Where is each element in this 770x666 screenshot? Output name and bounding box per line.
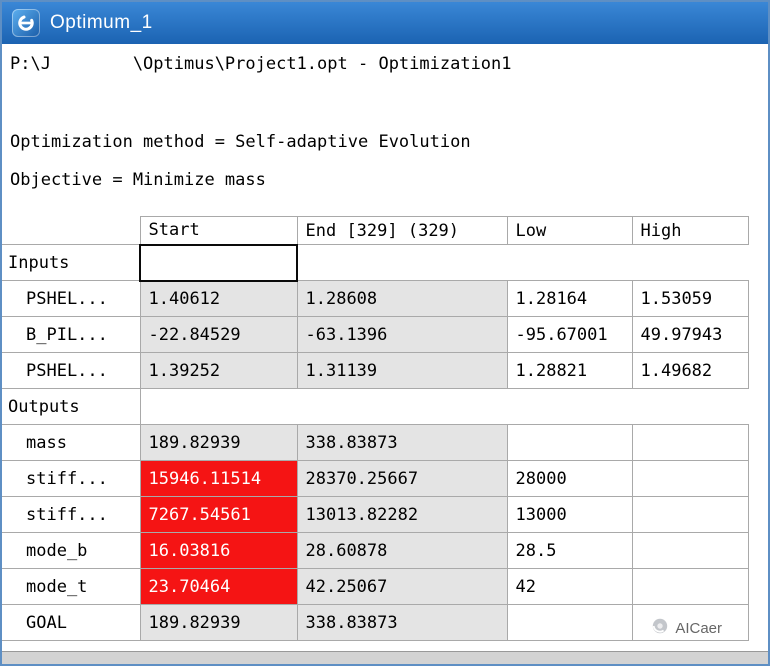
content-area: P:\J \Optimus\Project1.opt - Optimizatio… (2, 44, 768, 651)
empty-cell (632, 388, 748, 425)
row-label[interactable]: PSHEL... (2, 280, 141, 317)
empty-cell (297, 388, 507, 425)
table-row: PSHEL... 1.40612 1.28608 1.28164 1.53059 (2, 280, 749, 317)
project-path: P:\J \Optimus\Project1.opt - Optimizatio… (10, 54, 512, 74)
titlebar[interactable]: Optimum_1 (2, 2, 768, 44)
cell-end[interactable]: 13013.82282 (296, 496, 508, 533)
optimization-method-line: Optimization method = Self-adaptive Evol… (10, 132, 471, 152)
cell-high[interactable]: 1.53059 (631, 280, 749, 317)
optimus-result-window: Optimum_1 P:\J \Optimus\Project1.opt - O… (0, 0, 770, 666)
results-table: Start End [329] (329) Low High Inputs PS… (2, 216, 749, 641)
cell-end[interactable]: 28.60878 (296, 532, 508, 569)
table-row: mode_b 16.03816 28.60878 28.5 (2, 532, 749, 569)
row-label[interactable]: mass (2, 424, 141, 461)
cell-high[interactable] (631, 460, 749, 497)
cell-start[interactable]: 1.39252 (139, 352, 298, 389)
cell-end[interactable]: 338.83873 (296, 424, 508, 461)
section-label-inputs[interactable]: Inputs (2, 244, 141, 281)
cell-end[interactable]: 42.25067 (296, 568, 508, 605)
row-label[interactable]: stiff... (2, 460, 141, 497)
cell-start[interactable]: 189.82939 (139, 424, 298, 461)
cell-high[interactable]: 49.97943 (631, 316, 749, 353)
row-label[interactable]: mode_b (2, 532, 141, 569)
table-row: GOAL 189.82939 338.83873 (2, 604, 749, 641)
objective-line: Objective = Minimize mass (10, 170, 266, 190)
column-header-high[interactable]: High (631, 216, 749, 245)
empty-cell (297, 244, 507, 281)
row-label[interactable]: GOAL (2, 604, 141, 641)
table-row: PSHEL... 1.39252 1.31139 1.28821 1.49682 (2, 352, 749, 389)
table-row: mass 189.82939 338.83873 (2, 424, 749, 461)
header-row: Start End [329] (329) Low High (2, 216, 749, 245)
cell-low[interactable]: 1.28164 (506, 280, 633, 317)
cell-end[interactable]: -63.1396 (296, 316, 508, 353)
cell-end[interactable]: 1.31139 (296, 352, 508, 389)
table-row: B_PIL... -22.84529 -63.1396 -95.67001 49… (2, 316, 749, 353)
table-row: stiff... 15946.11514 28370.25667 28000 (2, 460, 749, 497)
watermark: AICaer (651, 617, 722, 639)
section-label-outputs[interactable]: Outputs (2, 388, 141, 425)
watermark-logo-icon (651, 617, 669, 639)
cell-low[interactable]: 28000 (506, 460, 633, 497)
column-header-low[interactable]: Low (506, 216, 633, 245)
cell-start[interactable]: -22.84529 (139, 316, 298, 353)
cell-high[interactable] (631, 532, 749, 569)
cell-high[interactable]: 1.49682 (631, 352, 749, 389)
cell-low[interactable]: 28.5 (506, 532, 633, 569)
cell-low[interactable] (506, 424, 633, 461)
cell-start[interactable]: 1.40612 (139, 280, 298, 317)
cell-start[interactable]: 189.82939 (139, 604, 298, 641)
cell-low[interactable]: 1.28821 (506, 352, 633, 389)
corner-cell (2, 216, 140, 245)
watermark-text: AICaer (675, 619, 722, 637)
cell-end[interactable]: 1.28608 (296, 280, 508, 317)
empty-cell (507, 244, 632, 281)
column-header-start[interactable]: Start (139, 216, 298, 245)
section-row-inputs: Inputs (2, 243, 748, 282)
empty-cell (140, 388, 297, 425)
cell-low[interactable]: 13000 (506, 496, 633, 533)
selected-cell[interactable] (139, 243, 298, 282)
column-header-end[interactable]: End [329] (329) (296, 216, 508, 245)
cell-high[interactable] (631, 496, 749, 533)
cell-start-violation[interactable]: 16.03816 (139, 532, 298, 569)
empty-cell (632, 244, 748, 281)
cell-start-violation[interactable]: 23.70464 (139, 568, 298, 605)
table-row: mode_t 23.70464 42.25067 42 (2, 568, 749, 605)
cell-low[interactable]: 42 (506, 568, 633, 605)
table-row: stiff... 7267.54561 13013.82282 13000 (2, 496, 749, 533)
cell-end[interactable]: 338.83873 (296, 604, 508, 641)
app-logo-icon (12, 9, 40, 37)
section-row-outputs: Outputs (2, 388, 748, 425)
horizontal-scrollbar[interactable] (2, 651, 768, 664)
row-label[interactable]: PSHEL... (2, 352, 141, 389)
row-label[interactable]: B_PIL... (2, 316, 141, 353)
cell-low[interactable]: -95.67001 (506, 316, 633, 353)
row-label[interactable]: stiff... (2, 496, 141, 533)
row-label[interactable]: mode_t (2, 568, 141, 605)
empty-cell (507, 388, 632, 425)
cell-start-violation[interactable]: 7267.54561 (139, 496, 298, 533)
window-title: Optimum_1 (50, 12, 153, 33)
cell-start-violation[interactable]: 15946.11514 (139, 460, 298, 497)
cell-low[interactable] (506, 604, 633, 641)
cell-end[interactable]: 28370.25667 (296, 460, 508, 497)
cell-high[interactable] (631, 424, 749, 461)
cell-high[interactable] (631, 568, 749, 605)
